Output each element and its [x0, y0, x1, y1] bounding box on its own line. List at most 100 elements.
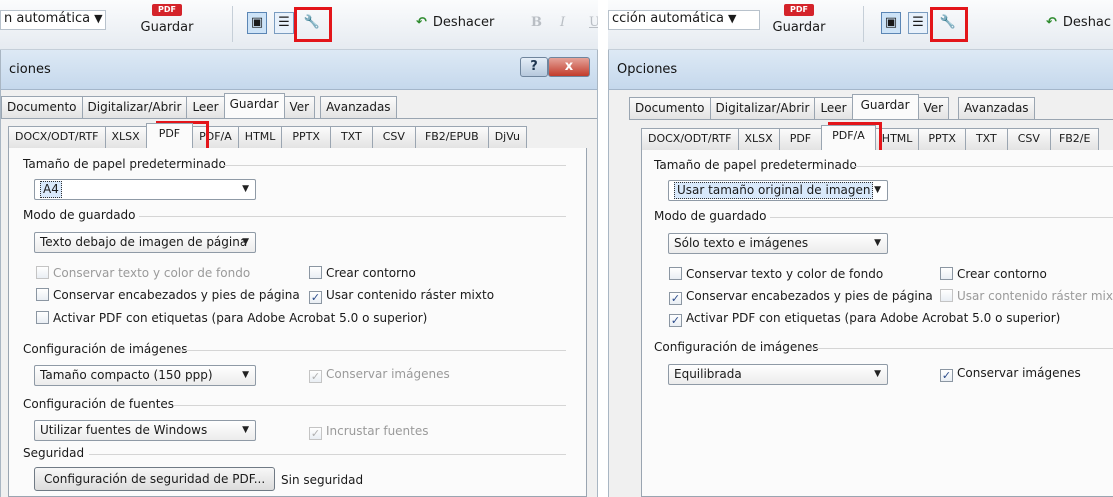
- check-mark-icon: ✓: [309, 427, 322, 440]
- main-tab-line: [629, 119, 1113, 120]
- keep-headers-checkbox[interactable]: Conservar encabezados y pies de página: [36, 288, 300, 304]
- tagged-pdf-checkbox[interactable]: Activar PDF con etiquetas (para Adobe Ac…: [36, 311, 427, 327]
- correction-combo-text: cción automática: [612, 11, 724, 26]
- chevron-down-icon: ▼: [242, 425, 249, 435]
- tagged-pdf-checkbox[interactable]: ✓ Activar PDF con etiquetas (para Adobe A…: [669, 311, 1060, 327]
- pdf-settings-pane: Tamaño de papel predeterminado A4 ▼ Modo …: [8, 148, 587, 497]
- tab-pdfa[interactable]: PDF/A: [192, 126, 239, 148]
- tab-leer[interactable]: Leer: [814, 97, 853, 119]
- keep-images-checkbox[interactable]: ✓ Conservar imágenes: [940, 366, 1081, 382]
- tab-avanzadas[interactable]: Avanzadas: [958, 97, 1035, 119]
- tab-pptx[interactable]: PPTX: [281, 126, 331, 148]
- paper-size-heading: Tamaño de papel predeterminado: [654, 158, 857, 172]
- create-outline-checkbox[interactable]: Crear contorno: [940, 267, 1047, 283]
- undo-button[interactable]: ↶ Deshac: [1046, 15, 1111, 30]
- keep-headers-label: Conservar encabezados y pies de página: [53, 288, 300, 302]
- undo-button[interactable]: ↶ Deshacer: [416, 15, 494, 30]
- font-mode-value: Utilizar fuentes de Windows: [40, 423, 208, 437]
- checkbox-box: [36, 288, 49, 301]
- tab-txt[interactable]: TXT: [964, 128, 1008, 150]
- tab-fb2-epub[interactable]: FB2/E: [1049, 128, 1100, 150]
- save-button[interactable]: PDF Guardar: [134, 0, 200, 46]
- keep-text-bg-checkbox[interactable]: Conservar texto y color de fondo: [36, 266, 250, 282]
- tab-fb2-epub[interactable]: FB2/EPUB: [414, 126, 489, 148]
- text-view-icon[interactable]: ☰: [274, 12, 294, 34]
- tab-csv[interactable]: CSV: [371, 126, 416, 148]
- tagged-pdf-label: Activar PDF con etiquetas (para Adobe Ac…: [686, 311, 1061, 325]
- tab-guardar[interactable]: Guardar: [851, 94, 919, 119]
- tab-txt[interactable]: TXT: [329, 126, 373, 148]
- options-wrench-icon[interactable]: 🔧: [302, 12, 322, 34]
- tab-avanzadas[interactable]: Avanzadas: [320, 96, 397, 118]
- checkbox-box: [309, 266, 322, 279]
- toolbar: cción automática ▼ PDF Guardar ▣ ☰ 🔧 ↶ Des…: [608, 0, 1113, 50]
- paper-size-select[interactable]: Usar tamaño original de imagen ▼: [668, 180, 888, 201]
- underline-button[interactable]: U: [589, 15, 598, 30]
- embed-fonts-checkbox[interactable]: ✓ Incrustar fuentes: [309, 424, 429, 440]
- tab-xlsx[interactable]: XLSX: [737, 128, 780, 150]
- image-view-icon[interactable]: ▣: [247, 12, 267, 34]
- tab-documento[interactable]: Documento: [1, 96, 83, 118]
- tab-pptx[interactable]: PPTX: [918, 128, 966, 150]
- tab-csv[interactable]: CSV: [1006, 128, 1051, 150]
- chevron-down-icon: ▼: [874, 185, 881, 195]
- tab-xlsx[interactable]: XLSX: [104, 126, 147, 148]
- tab-documento[interactable]: Documento: [629, 97, 711, 119]
- keep-images-checkbox[interactable]: ✓ Conservar imágenes: [309, 367, 450, 383]
- image-quality-select[interactable]: Tamaño compacto (150 ppp) ▼: [34, 365, 256, 386]
- text-view-icon[interactable]: ☰: [908, 12, 928, 34]
- images-heading: Configuración de imágenes: [23, 342, 188, 356]
- mixed-raster-checkbox[interactable]: Usar contenido ráster mixto: [940, 289, 1113, 305]
- keep-headers-checkbox[interactable]: ✓ Conservar encabezados y pies de página: [669, 289, 933, 305]
- create-outline-label: Crear contorno: [326, 266, 416, 280]
- tab-docx[interactable]: DOCX/ODT/RTF: [641, 128, 739, 150]
- paper-size-select[interactable]: A4 ▼: [34, 179, 256, 200]
- image-view-icon[interactable]: ▣: [881, 12, 901, 34]
- tab-digitalizar-abrir[interactable]: Digitalizar/Abrir: [709, 97, 816, 119]
- tab-ver[interactable]: Ver: [283, 96, 316, 118]
- tab-guardar[interactable]: Guardar: [223, 93, 285, 118]
- font-mode-select[interactable]: Utilizar fuentes de Windows ▼: [34, 420, 256, 441]
- tab-docx[interactable]: DOCX/ODT/RTF: [8, 126, 106, 148]
- tab-leer[interactable]: Leer: [186, 96, 225, 118]
- panel-divider: [598, 0, 608, 497]
- bold-button[interactable]: B: [531, 15, 542, 30]
- save-mode-select[interactable]: Texto debajo de imagen de página ▼: [34, 232, 256, 253]
- pdf-security-button[interactable]: Configuración de seguridad de PDF...: [34, 467, 276, 491]
- keep-images-label: Conservar imágenes: [326, 367, 450, 381]
- image-quality-select[interactable]: Equilibrada ▼: [668, 364, 888, 385]
- keep-text-bg-checkbox[interactable]: Conservar texto y color de fondo: [669, 267, 883, 283]
- tab-html[interactable]: HTML: [237, 126, 283, 148]
- save-button-label: Guardar: [140, 20, 194, 35]
- tab-digitalizar-abrir[interactable]: Digitalizar/Abrir: [81, 96, 188, 118]
- tab-djvu[interactable]: DjVu: [487, 126, 527, 148]
- tab-pdf[interactable]: PDF: [778, 128, 823, 150]
- check-mark-icon: ✓: [309, 370, 322, 383]
- save-button[interactable]: PDF Guardar: [766, 0, 832, 46]
- tab-pdf[interactable]: PDF: [145, 123, 194, 148]
- tab-html[interactable]: HTML: [874, 128, 920, 150]
- help-button[interactable]: ?: [520, 57, 548, 77]
- paper-size-value: Usar tamaño original de imagen: [674, 182, 874, 199]
- chevron-down-icon: ▼: [242, 184, 249, 194]
- chevron-down-icon: ▼: [874, 369, 881, 379]
- tab-ver[interactable]: Ver: [917, 97, 950, 119]
- pdf-icon: PDF: [152, 4, 182, 16]
- keep-text-bg-label: Conservar texto y color de fondo: [686, 267, 884, 281]
- dialog-title: ciones: [9, 62, 51, 77]
- mixed-raster-checkbox[interactable]: ✓ Usar contenido ráster mixto: [309, 288, 494, 304]
- dialog-titlebar: Opciones: [609, 50, 1113, 90]
- chevron-down-icon: ▼: [874, 238, 881, 248]
- options-wrench-icon[interactable]: 🔧: [938, 12, 958, 34]
- save-button-label: Guardar: [772, 20, 826, 35]
- pdf-icon: PDF: [784, 4, 814, 16]
- save-mode-select[interactable]: Sólo texto e imágenes ▼: [668, 233, 888, 254]
- toolbar: n automática ▼ PDF Guardar ▣ ☰ 🔧 ↶ Deshace…: [0, 0, 598, 50]
- italic-button[interactable]: I: [560, 15, 565, 30]
- correction-combo[interactable]: cción automática ▼: [608, 10, 760, 30]
- correction-combo[interactable]: n automática ▼: [0, 10, 106, 30]
- create-outline-checkbox[interactable]: Crear contorno: [309, 266, 416, 282]
- tab-pdfa[interactable]: PDF/A: [821, 125, 876, 150]
- main-tab-bar: Documento Digitalizar/Abrir Leer Guardar Ver…: [629, 94, 1035, 119]
- close-button[interactable]: x: [548, 57, 590, 77]
